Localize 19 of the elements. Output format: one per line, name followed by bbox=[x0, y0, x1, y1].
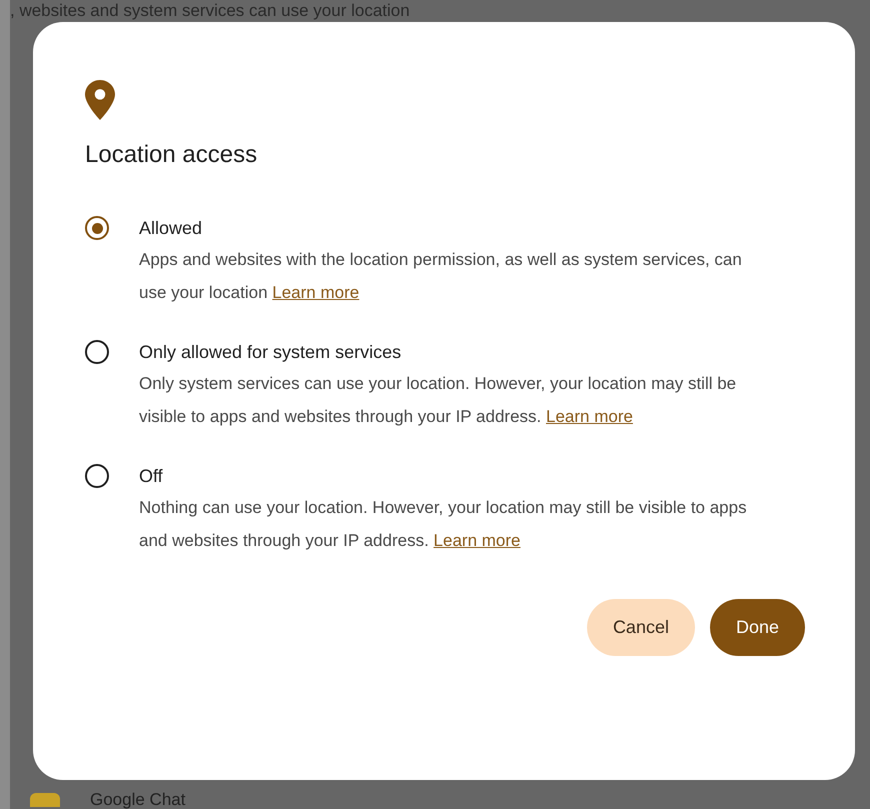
cancel-button[interactable]: Cancel bbox=[586, 599, 695, 656]
dialog-title: Location access bbox=[85, 140, 258, 170]
learn-more-link[interactable]: Learn more bbox=[434, 531, 520, 550]
radio-button[interactable] bbox=[85, 464, 109, 488]
option-label[interactable]: Only allowed for system services bbox=[139, 337, 402, 367]
learn-more-link[interactable]: Learn more bbox=[546, 407, 633, 426]
learn-more-link[interactable]: Learn more bbox=[272, 283, 360, 302]
app-name: Google Chat bbox=[90, 790, 186, 809]
option-description: Only system services can use your location. However, your location may still be visible to apps and websites through your IP address. Learn more bbox=[139, 373, 738, 428]
option-label[interactable]: Allowed bbox=[139, 213, 202, 243]
option-description: Nothing can use your location. However, your location may still be visible to apps and websites through your IP address. Learn more bbox=[139, 497, 748, 552]
radio-button[interactable] bbox=[85, 216, 109, 240]
background-text: , websites and system services can use your location bbox=[10, 0, 411, 21]
done-button[interactable]: Done bbox=[710, 599, 805, 656]
location-pin-icon bbox=[85, 80, 115, 120]
radio-button[interactable] bbox=[85, 340, 109, 364]
option-description: Apps and websites with the location permission, as well as system services, can use your location Learn more bbox=[139, 249, 743, 304]
app-icon bbox=[30, 792, 60, 806]
option-label[interactable]: Off bbox=[139, 461, 163, 491]
